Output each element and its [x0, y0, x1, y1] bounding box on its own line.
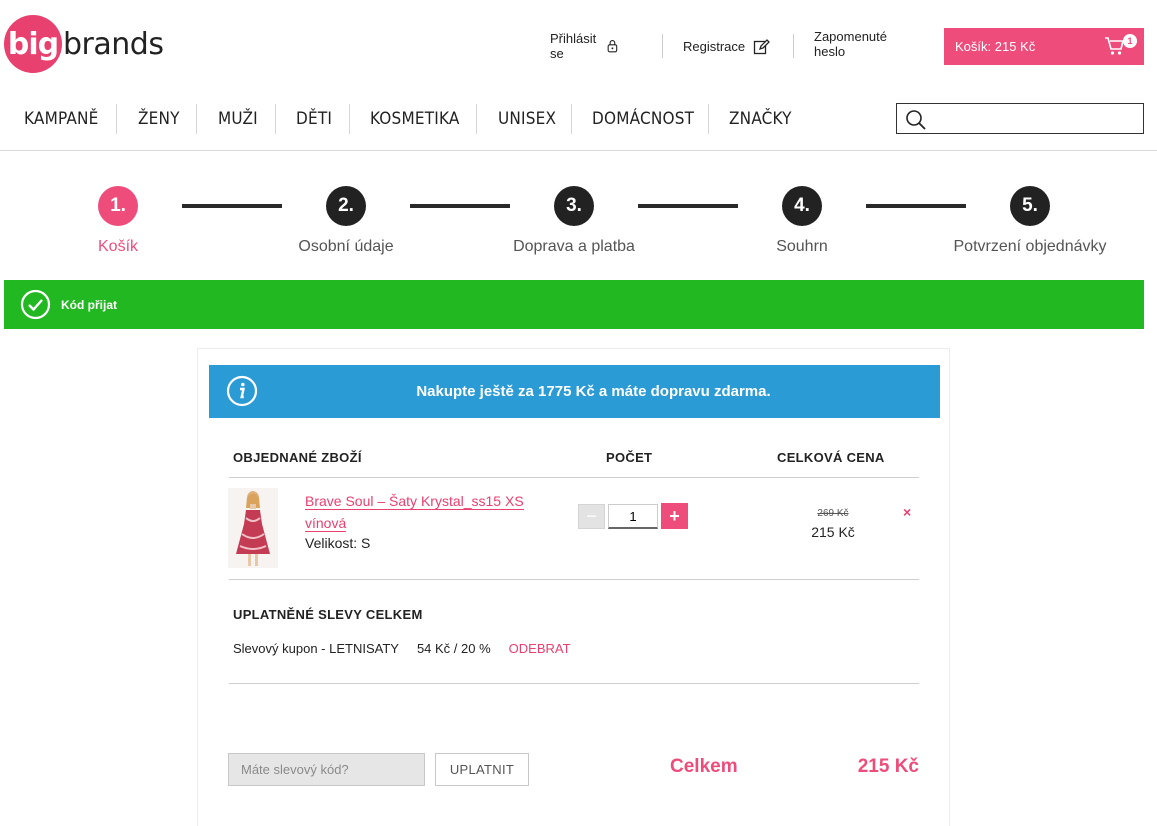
step-5-circle: 5.	[1010, 186, 1050, 226]
divider	[662, 34, 663, 58]
search-input[interactable]	[933, 107, 1133, 130]
coupon-code-input[interactable]	[228, 753, 425, 786]
nav-divider	[571, 104, 572, 134]
nav-divider	[708, 104, 709, 134]
nav-item-muzi[interactable]: MUŽI	[218, 104, 258, 134]
nav-item-kosmetika[interactable]: KOSMETIKA	[370, 104, 460, 134]
quantity-input[interactable]	[608, 504, 658, 529]
step-connector	[410, 204, 510, 208]
discounts-divider	[229, 683, 919, 684]
edit-icon	[753, 38, 771, 54]
free-shipping-text: Nakupte ještě za 1775 Kč a máte dopravu …	[416, 383, 771, 400]
logo-circle: big	[4, 15, 62, 73]
step-connector	[866, 204, 966, 208]
step-3-circle: 3.	[554, 186, 594, 226]
nav-item-domacnost[interactable]: DOMÁCNOST	[592, 104, 694, 134]
col-header-price: CELKOVÁ CENA	[777, 450, 885, 465]
login-label: Přihlásit se	[550, 31, 597, 61]
cart-count-badge: 1	[1123, 34, 1137, 48]
search-box[interactable]	[896, 103, 1144, 134]
product-size: Velikost: S	[305, 535, 371, 551]
step-5-label: Potvrzení objednávky	[953, 238, 1107, 255]
remove-item-icon[interactable]: ×	[903, 504, 911, 520]
logo[interactable]: big brands	[4, 15, 164, 73]
nav-divider	[349, 104, 350, 134]
step-connector	[638, 204, 738, 208]
step-1-circle: 1.	[98, 186, 138, 226]
step-2-label: Osobní údaje	[298, 238, 394, 255]
nav-divider	[476, 104, 477, 134]
quantity-decrease-button[interactable]: −	[578, 504, 605, 529]
logo-text: brands	[63, 26, 164, 62]
col-header-items: OBJEDNANÉ ZBOŽÍ	[233, 450, 362, 465]
price-current: 215 Kč	[811, 524, 855, 540]
step-4-label: Souhrn	[776, 238, 828, 255]
discount-row: Slevový kupon - LETNISATY 54 Kč / 20 % O…	[233, 641, 571, 656]
product-image[interactable]	[228, 488, 278, 568]
coupon-name: Slevový kupon - LETNISATY	[233, 641, 399, 656]
step-2-circle: 2.	[326, 186, 366, 226]
total-label: Celkem	[670, 756, 738, 777]
login-link[interactable]: Přihlásit se	[550, 28, 618, 64]
nav-divider	[196, 104, 197, 134]
price-original: 269 Kč	[817, 508, 849, 519]
cart-label: Košík: 215 Kč	[955, 39, 1036, 54]
success-text: Kód přijat	[61, 297, 117, 312]
cart-panel: Nakupte ještě za 1775 Kč a máte dopravu …	[197, 348, 950, 826]
table-divider	[229, 579, 919, 580]
total-value: 215 Kč	[857, 756, 919, 777]
check-circle-icon	[20, 289, 51, 320]
apply-coupon-button[interactable]: UPLATNIT	[435, 753, 529, 786]
divider	[793, 34, 794, 58]
register-link[interactable]: Registrace	[683, 28, 771, 64]
product-name-link[interactable]: Brave Soul – Šaty Krystal_ss15 XS vínová	[305, 490, 535, 534]
col-header-qty: POČET	[606, 450, 653, 465]
coupon-amount: 54 Kč / 20 %	[416, 641, 491, 656]
cart-button[interactable]: Košík: 215 Kč 1	[944, 28, 1144, 65]
step-connector	[182, 204, 282, 208]
table-divider	[229, 477, 919, 478]
quantity-increase-button[interactable]: +	[661, 503, 688, 529]
product-name-line1: Brave Soul – Šaty Krystal_ss15 XS	[305, 493, 524, 510]
step-1-label: Košík	[97, 238, 139, 255]
step-3-label: Doprava a platba	[513, 238, 635, 255]
free-shipping-banner: Nakupte ještě za 1775 Kč a máte dopravu …	[209, 365, 940, 418]
nav-divider	[275, 104, 276, 134]
nav-item-unisex[interactable]: UNISEX	[498, 104, 556, 134]
nav-divider	[116, 104, 117, 134]
forgot-password-link[interactable]: Zapomenuté heslo	[814, 26, 887, 62]
product-name-line2: vínová	[305, 515, 347, 532]
register-label: Registrace	[683, 38, 746, 54]
nav-item-deti[interactable]: DĚTI	[296, 104, 332, 134]
discounts-title: UPLATNĚNÉ SLEVY CELKEM	[233, 607, 423, 622]
success-banner: Kód přijat	[4, 280, 1144, 329]
step-4-circle: 4.	[782, 186, 822, 226]
lock-icon	[607, 40, 618, 53]
remove-coupon-link[interactable]: ODEBRAT	[509, 641, 571, 656]
search-icon[interactable]	[905, 109, 927, 131]
nav-item-zeny[interactable]: ŽENY	[138, 104, 180, 134]
nav-item-znacky[interactable]: ZNAČKY	[729, 104, 792, 134]
nav-item-kampane[interactable]: KAMPANĚ	[24, 104, 98, 134]
header-divider	[0, 150, 1157, 151]
